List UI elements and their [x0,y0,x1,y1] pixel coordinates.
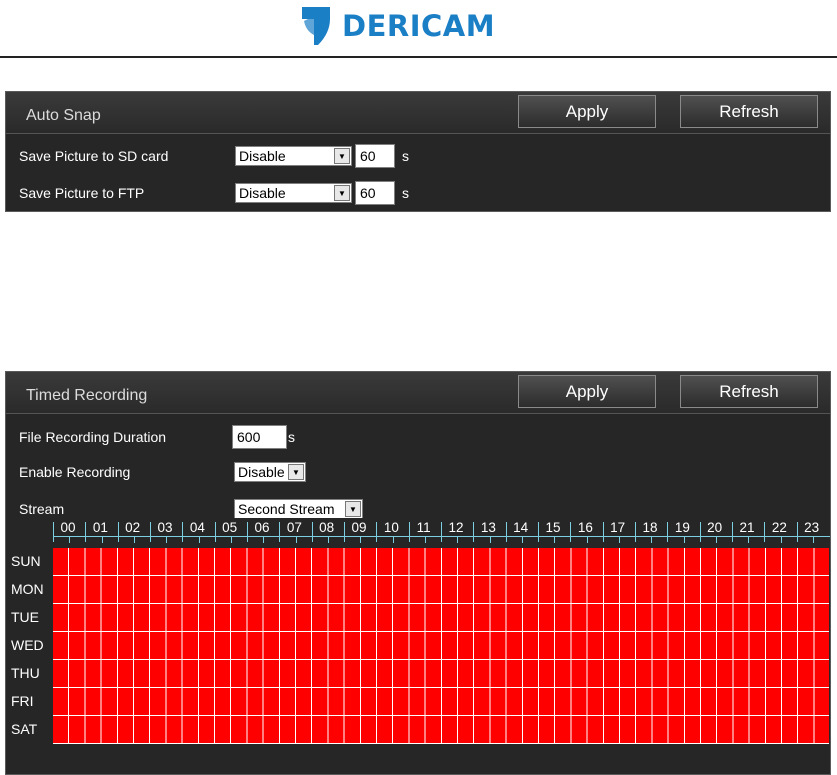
half-hour-tick [554,537,556,543]
half-hour-tick [295,537,297,543]
day-label: SAT [11,721,38,737]
brand-name: DERICAM [342,9,496,43]
half-hour-tick [651,537,653,543]
timed-recording-header: Timed Recording Apply Refresh [6,372,830,414]
ftp-label: Save Picture to FTP [19,185,145,201]
hour-label: 22 [771,520,787,535]
enable-recording-value: Disable [238,464,285,480]
timed-recording-panel: Timed Recording Apply Refresh File Recor… [5,371,831,775]
half-hour-tick [715,537,717,543]
day-label: MON [11,581,44,597]
schedule-cells[interactable] [53,548,829,744]
sd-card-unit: s [402,148,409,164]
timed-recording-refresh-button[interactable]: Refresh [680,375,818,408]
duration-unit: s [288,429,295,445]
half-hour-tick [360,537,362,543]
duration-label: File Recording Duration [19,429,167,445]
auto-snap-panel: Auto Snap Apply Refresh Save Picture to … [5,91,831,212]
chevron-down-icon[interactable]: ▼ [345,501,361,517]
sd-card-select-value: Disable [239,148,286,164]
sd-card-select[interactable]: Disable ▼ [235,146,352,166]
half-hour-tick [683,537,685,543]
timed-recording-apply-button[interactable]: Apply [518,375,656,408]
recording-schedule: 00 01 02 03 04 05 06 07 08 09 10 11 12 13 14 15 16 17 18 19… [6,518,830,744]
stream-label: Stream [19,501,65,517]
chevron-down-icon[interactable]: ▼ [334,148,350,164]
day-label: SUN [11,553,41,569]
ftp-unit: s [402,185,409,201]
hour-label: 01 [92,520,108,535]
hour-label: 18 [642,520,658,535]
timed-recording-title: Timed Recording [26,387,148,404]
hour-label: 07 [286,520,302,535]
hour-label: 13 [480,520,496,535]
half-hour-tick [489,537,491,543]
hour-label: 08 [319,520,335,535]
half-hour-tick [586,537,588,543]
day-label: FRI [11,693,34,709]
half-hour-tick [521,537,523,543]
half-hour-tick [780,537,782,543]
auto-snap-refresh-button[interactable]: Refresh [680,95,818,128]
hour-label: 17 [610,520,626,535]
hour-label: 21 [739,520,755,535]
half-hour-tick [230,537,232,543]
auto-snap-header: Auto Snap Apply Refresh [6,92,830,134]
stream-select-value: Second Stream [238,501,335,517]
hour-label: 02 [125,520,141,535]
header-divider [0,56,837,58]
half-hour-tick [618,537,620,543]
hour-label: 19 [674,520,690,535]
dericam-logo-icon [302,7,330,45]
hour-label: 15 [545,520,561,535]
half-hour-tick [424,537,426,543]
half-hour-tick [748,537,750,543]
hour-label: 14 [513,520,529,535]
duration-input[interactable] [232,425,287,449]
hour-label: 23 [804,520,820,535]
auto-snap-title: Auto Snap [26,107,101,124]
auto-snap-apply-button[interactable]: Apply [518,95,656,128]
hour-label: 11 [416,520,431,535]
enable-recording-select[interactable]: Disable ▼ [234,462,306,482]
half-hour-tick [101,537,103,543]
sd-card-interval-input[interactable] [355,144,395,168]
brand-logo: DERICAM [298,0,495,52]
chevron-down-icon[interactable]: ▼ [334,185,350,201]
half-hour-tick [263,537,265,543]
day-label: THU [11,665,40,681]
hour-label: 16 [577,520,593,535]
ftp-select-value: Disable [239,185,286,201]
half-hour-tick [392,537,394,543]
ftp-select[interactable]: Disable ▼ [235,183,352,203]
ftp-interval-input[interactable] [355,181,395,205]
hour-label: 03 [157,520,173,535]
day-label: TUE [11,609,39,625]
enable-recording-label: Enable Recording [19,464,131,480]
hour-label: 05 [222,520,238,535]
half-hour-tick [166,537,168,543]
hour-label: 00 [60,520,76,535]
half-hour-tick [327,537,329,543]
sd-card-label: Save Picture to SD card [19,148,169,164]
chevron-down-icon[interactable]: ▼ [288,464,304,480]
enable-recording-row: Enable Recording Disable ▼ [6,460,830,484]
half-hour-tick [457,537,459,543]
half-hour-tick [69,537,71,543]
hour-label: 12 [448,520,464,535]
hour-label: 10 [383,520,399,535]
half-hour-tick [198,537,200,543]
day-label: WED [11,637,44,653]
stream-select[interactable]: Second Stream ▼ [234,499,363,519]
sd-card-row: Save Picture to SD card Disable ▼ s [6,144,830,168]
hour-label: 09 [351,520,367,535]
hour-label: 06 [254,520,270,535]
half-hour-tick [133,537,135,543]
half-hour-tick [812,537,814,543]
ftp-row: Save Picture to FTP Disable ▼ s [6,181,830,205]
duration-row: File Recording Duration s [6,425,830,449]
hour-label: 20 [707,520,723,535]
hour-label: 04 [189,520,205,535]
